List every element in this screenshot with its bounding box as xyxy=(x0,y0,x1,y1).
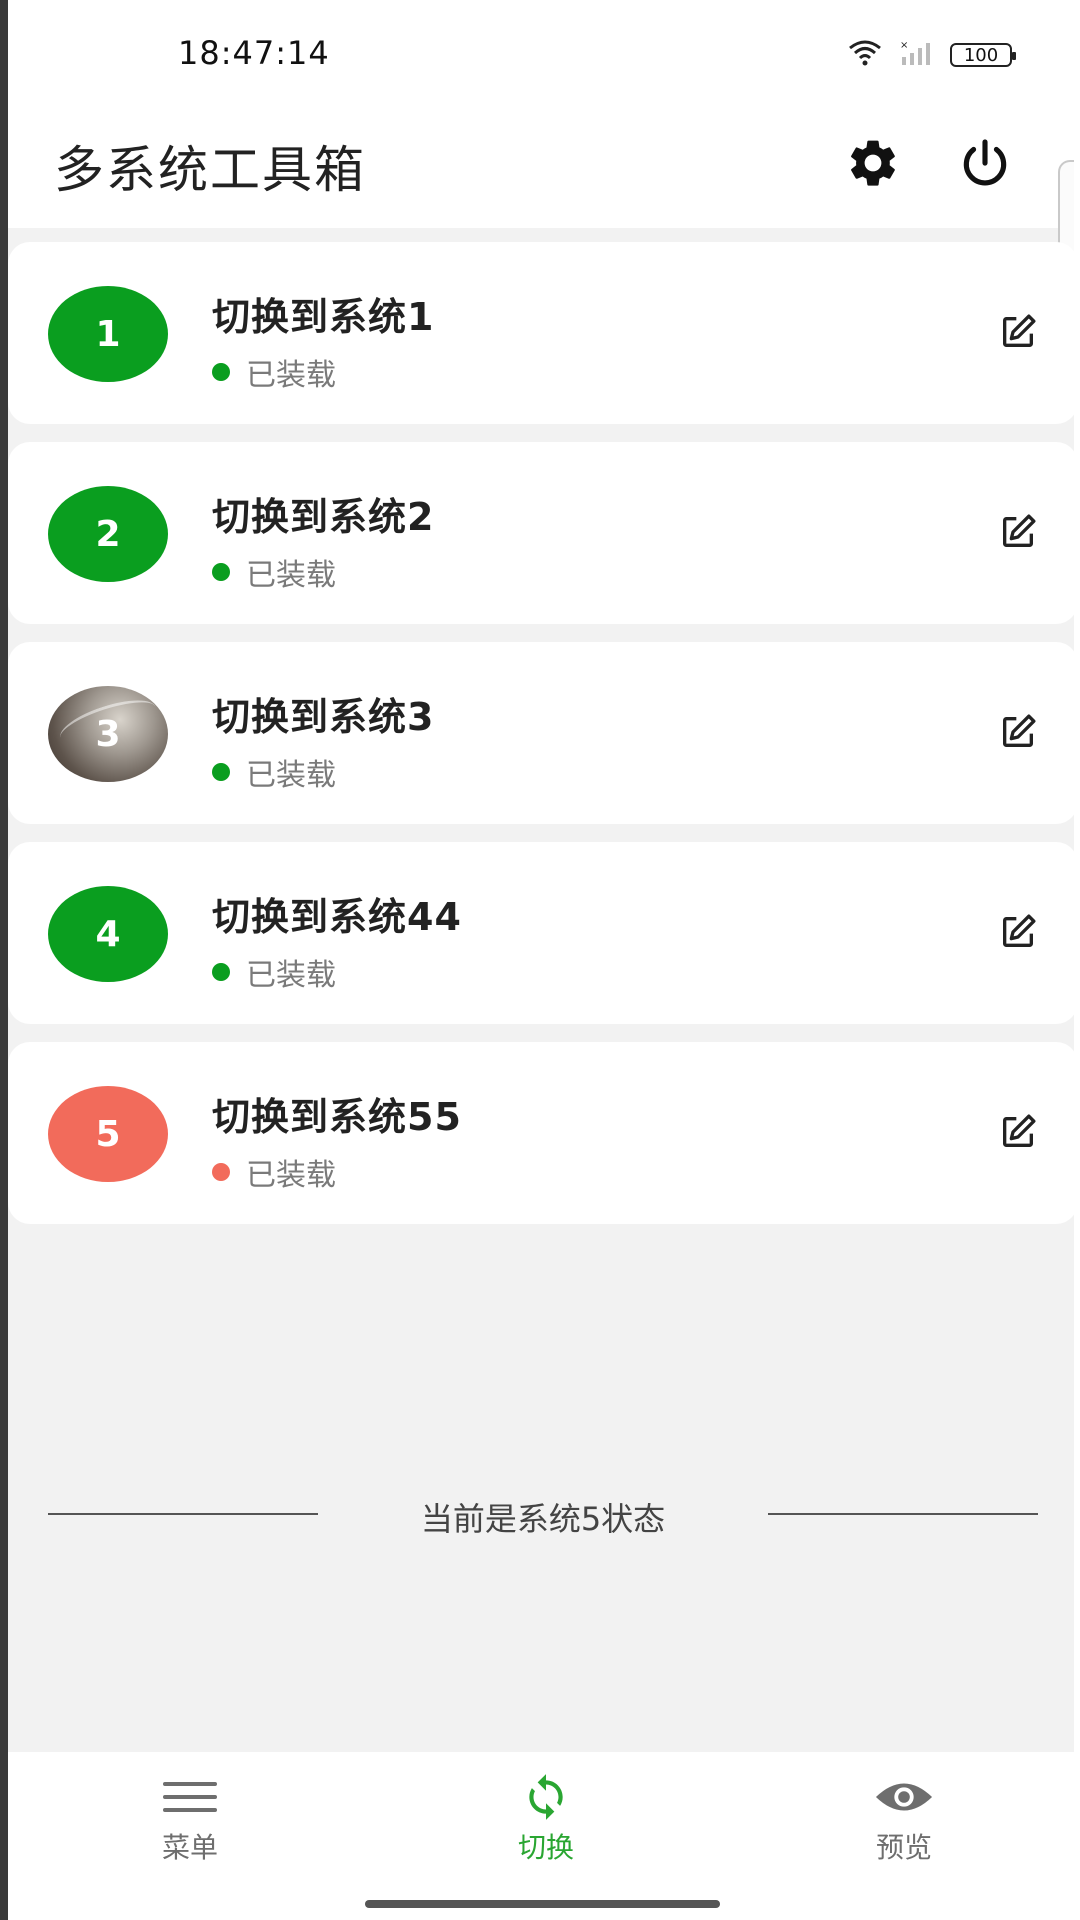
edit-button[interactable] xyxy=(996,912,1040,956)
badge-number: 1 xyxy=(95,313,121,355)
system-status: 已装载 xyxy=(212,550,336,594)
system-card-4[interactable]: 4 切换到系统44 已装载 xyxy=(8,842,1078,1024)
nav-label-preview: 预览 xyxy=(875,1831,932,1864)
system-status: 已装载 xyxy=(212,350,336,394)
status-bar: 18:47:14 × 100 xyxy=(8,0,1074,108)
nav-item-menu[interactable]: 菜单 xyxy=(100,1774,280,1866)
svg-text:×: × xyxy=(900,40,908,51)
status-text: 已装载 xyxy=(246,558,336,593)
status-dot xyxy=(212,963,230,981)
system-card-5[interactable]: 5 切换到系统55 已装载 xyxy=(8,1042,1078,1224)
edit-icon xyxy=(998,912,1038,956)
nav-item-preview[interactable]: 预览 xyxy=(814,1774,994,1866)
page-title: 多系统工具箱 xyxy=(54,141,366,199)
bottom-navigation: 菜单 切换 预览 xyxy=(8,1752,1074,1920)
system-card-1[interactable]: 1 切换到系统1 已装载 xyxy=(8,242,1078,424)
status-dot xyxy=(212,1163,230,1181)
power-icon xyxy=(957,135,1013,195)
system-badge-3: 3 xyxy=(48,686,168,782)
system-title: 切换到系统1 xyxy=(212,295,435,339)
system-title: 切换到系统2 xyxy=(212,495,435,539)
system-status: 已装载 xyxy=(212,1150,336,1194)
eye-icon xyxy=(874,1774,934,1820)
system-badge-4: 4 xyxy=(48,886,168,982)
edit-icon xyxy=(998,712,1038,756)
power-button[interactable] xyxy=(950,130,1020,200)
status-text: 已装载 xyxy=(246,958,336,993)
system-status: 已装载 xyxy=(212,950,336,994)
edit-button[interactable] xyxy=(996,712,1040,756)
badge-number: 3 xyxy=(95,713,121,755)
system-status: 已装载 xyxy=(212,750,336,794)
gear-icon xyxy=(845,135,901,195)
nav-label-switch: 切换 xyxy=(517,1831,574,1864)
settings-button[interactable] xyxy=(838,130,908,200)
current-state-text: 当前是系统5状态 xyxy=(420,1500,666,1538)
app-header: 多系统工具箱 xyxy=(8,108,1074,228)
home-indicator[interactable] xyxy=(365,1900,720,1908)
app-screen: 18:47:14 × 100 多系统工具箱 1 切换到系统1 已装载 2 切换到… xyxy=(0,0,1080,1920)
system-title: 切换到系统3 xyxy=(212,695,435,739)
status-text: 已装载 xyxy=(246,358,336,393)
battery-icon: 100 xyxy=(950,43,1016,67)
signal-icon: × xyxy=(898,40,934,70)
sync-icon xyxy=(516,1774,576,1820)
edit-icon xyxy=(998,1112,1038,1156)
status-dot xyxy=(212,563,230,581)
system-title: 切换到系统55 xyxy=(212,1095,462,1139)
status-icons: × 100 xyxy=(848,40,1016,70)
badge-number: 4 xyxy=(95,913,121,955)
edit-button[interactable] xyxy=(996,312,1040,356)
divider-line-right xyxy=(768,1513,1038,1515)
badge-number: 2 xyxy=(95,513,121,555)
status-text: 已装载 xyxy=(246,1158,336,1193)
status-text: 已装载 xyxy=(246,758,336,793)
system-badge-2: 2 xyxy=(48,486,168,582)
status-time: 18:47:14 xyxy=(178,34,330,72)
wifi-icon xyxy=(848,40,882,70)
system-card-3[interactable]: 3 切换到系统3 已装载 xyxy=(8,642,1078,824)
status-dot xyxy=(212,763,230,781)
system-badge-1: 1 xyxy=(48,286,168,382)
edit-button[interactable] xyxy=(996,512,1040,556)
edit-icon xyxy=(998,312,1038,356)
system-title: 切换到系统44 xyxy=(212,895,462,939)
system-card-2[interactable]: 2 切换到系统2 已装载 xyxy=(8,442,1078,624)
nav-label-menu: 菜单 xyxy=(161,1831,218,1864)
current-state-divider: 当前是系统5状态 xyxy=(48,1484,1038,1544)
left-edge-border xyxy=(0,0,8,1920)
status-dot xyxy=(212,363,230,381)
edit-icon xyxy=(998,512,1038,556)
edit-button[interactable] xyxy=(996,1112,1040,1156)
badge-number: 5 xyxy=(95,1113,121,1155)
nav-item-switch[interactable]: 切换 xyxy=(456,1774,636,1866)
system-badge-5: 5 xyxy=(48,1086,168,1182)
menu-icon xyxy=(160,1774,220,1820)
